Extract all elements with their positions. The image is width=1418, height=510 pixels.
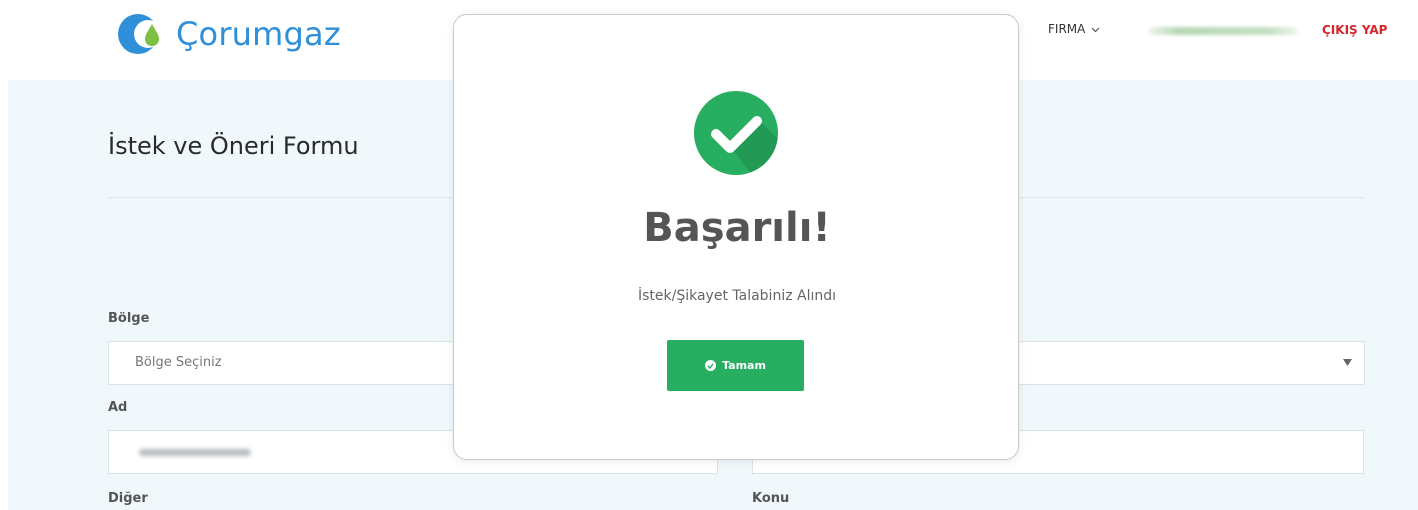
triangle-down-icon [1343,356,1352,369]
droplet-logo-icon [114,12,170,56]
success-modal: Başarılı! İstek/Şikayet Talabiniz Alındı… [453,14,1019,460]
page-title: İstek ve Öneri Formu [108,132,359,160]
subject-label: Konu [752,491,790,506]
name-value-redacted [139,449,251,456]
ok-button-label: Tamam [722,359,766,372]
other-label: Diğer [108,491,148,506]
ok-button[interactable]: Tamam [667,340,804,391]
check-icon [705,360,717,371]
user-name-redacted [1148,27,1298,35]
brand-logo[interactable]: Çorumgaz [114,10,341,58]
nav-firma-dropdown[interactable]: FIRMA [1048,22,1100,36]
modal-message: İstek/Şikayet Talabiniz Alındı [637,288,837,304]
modal-title: Başarılı! [643,205,831,251]
brand-name: Çorumgaz [176,15,341,53]
region-select-value: Bölge Seçiniz [135,355,222,370]
name-label: Ad [108,400,128,415]
region-label: Bölge [108,311,150,326]
logout-link[interactable]: ÇIKIŞ YAP [1322,23,1387,37]
chevron-down-icon [1091,22,1100,36]
nav-firma-label: FIRMA [1048,22,1086,36]
check-circle-icon [694,91,778,175]
